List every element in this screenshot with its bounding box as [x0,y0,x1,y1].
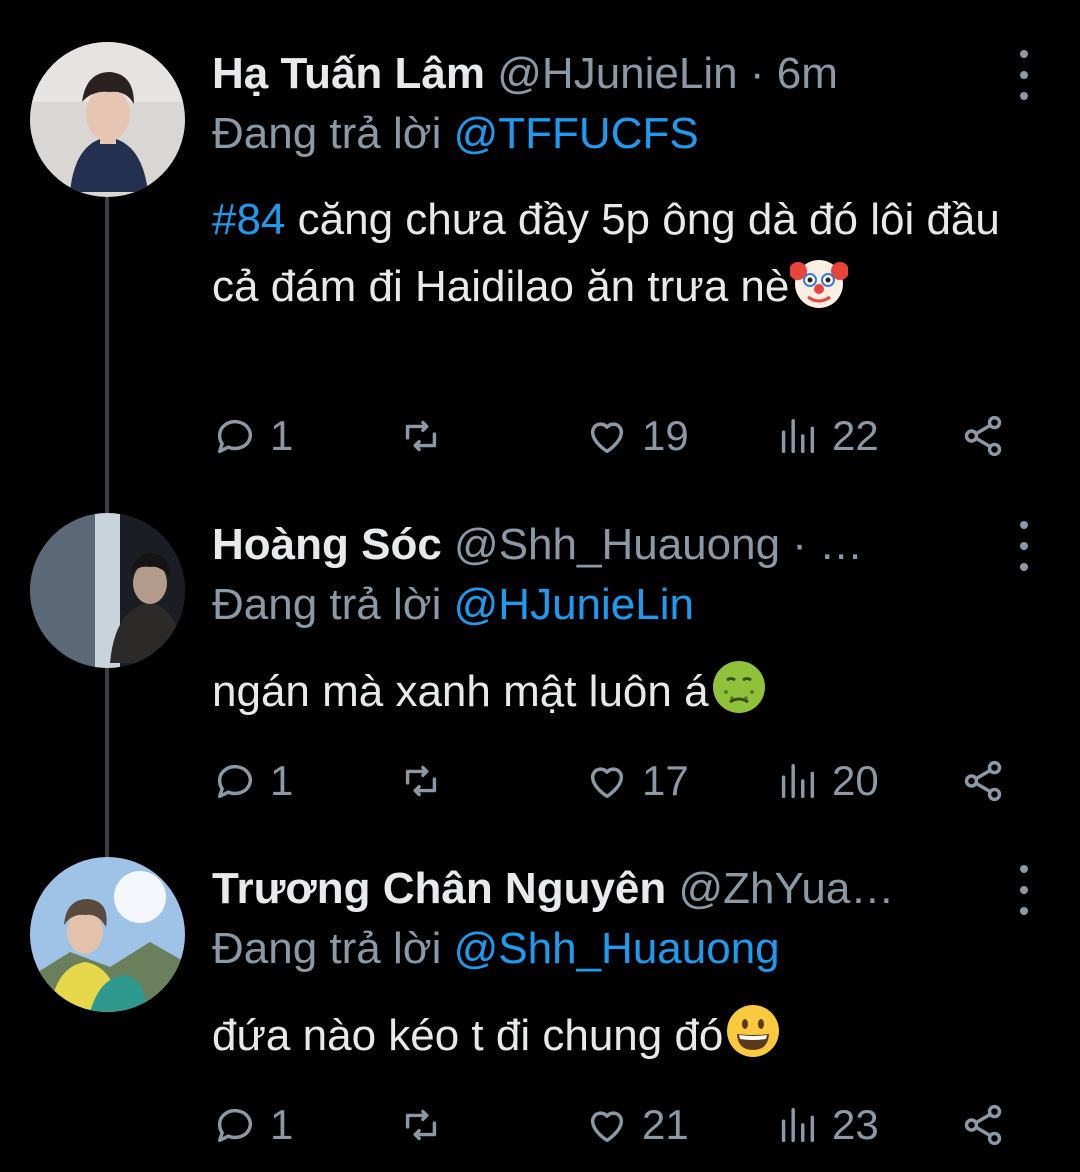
tweet[interactable]: Trương Chân Nguyên @ZhYua… Đang trả lời … [0,857,1080,1167]
like-button[interactable]: 19 [584,406,689,466]
tweet-body: đứa nào kéo t đi chung đó [212,1011,724,1060]
like-button[interactable]: 17 [584,751,689,811]
tweet-text: ngán mà xanh mật luôn á [212,658,1042,725]
reply-icon [217,764,253,799]
reply-count: 1 [270,1101,294,1148]
replying-to: Đang trả lời @Shh_Huauong [212,919,780,979]
tweet-header: Trương Chân Nguyên @ZhYua… [212,857,1010,921]
replying-to-handle[interactable]: @HJunieLin [454,580,694,629]
tweet-header: Hạ Tuấn Lâm @HJunieLin · 6m [212,42,1010,106]
replying-to-label: Đang trả lời [212,924,454,973]
avatar[interactable] [30,513,185,668]
tweet-text: #84 căng chưa đầy 5p ông dà đó lôi đầu c… [212,187,1042,320]
tweet-actions: 1 17 20 [212,751,1012,811]
replying-to-label: Đang trả lời [212,109,454,158]
retweet-button[interactable] [398,406,456,466]
share-button[interactable] [960,1095,1006,1155]
nauseated-face-emoji [710,658,768,716]
avatar[interactable] [30,42,185,197]
reply-button[interactable]: 1 [212,406,293,466]
more-options-icon[interactable] [1014,521,1034,571]
user-handle[interactable]: @Shh_Huauong [454,520,780,569]
more-options-icon[interactable] [1014,50,1034,100]
avatar[interactable] [30,857,185,1012]
reply-icon [217,419,253,454]
tweet-actions: 1 19 22 [212,406,1012,466]
display-name[interactable]: Hạ Tuấn Lâm [212,49,485,98]
share-icon [964,760,1002,802]
views-icon [781,763,815,799]
reply-count: 1 [270,757,294,804]
share-icon [964,1104,1002,1146]
retweet-icon [405,765,437,797]
views-button[interactable]: 20 [774,751,879,811]
more-options-icon[interactable] [1014,865,1034,915]
replying-to-label: Đang trả lời [212,580,454,629]
reply-button[interactable]: 1 [212,1095,293,1155]
heart-icon [590,1111,624,1143]
tweet-body: ngán mà xanh mật luôn á [212,667,709,716]
tweet-text: đứa nào kéo t đi chung đó [212,1002,1042,1069]
view-count: 23 [832,1101,879,1148]
replying-to-handle[interactable]: @TFFUCFS [454,109,699,158]
heart-icon [590,422,624,454]
reply-thread: Hạ Tuấn Lâm @HJunieLin · 6m Đang trả lời… [0,0,1080,1172]
hashtag-link[interactable]: #84 [212,195,285,244]
views-icon [781,418,815,454]
replying-to: Đang trả lời @HJunieLin [212,575,694,635]
like-button[interactable]: 21 [584,1095,689,1155]
reply-button[interactable]: 1 [212,751,293,811]
view-count: 22 [832,412,879,459]
user-handle[interactable]: @HJunieLin [497,49,737,98]
tweet-header: Hoàng Sóc @Shh_Huauong · … [212,513,1010,577]
like-count: 19 [642,412,689,459]
grinning-face-emoji [724,1002,782,1060]
replying-to: Đang trả lời @TFFUCFS [212,104,699,164]
time-separator: · [737,49,777,98]
reply-icon [217,1108,253,1143]
retweet-icon [405,1109,437,1141]
tweet[interactable]: Hoàng Sóc @Shh_Huauong · … Đang trả lời … [0,513,1080,833]
clown-face-emoji [790,253,849,311]
timestamp[interactable]: 6m [777,49,838,98]
tweet[interactable]: Hạ Tuấn Lâm @HJunieLin · 6m Đang trả lời… [0,42,1080,482]
tweet-body: căng chưa đầy 5p ông dà đó lôi đầu cả đá… [212,195,1000,311]
time-separator: · … [780,520,864,569]
retweet-button[interactable] [398,1095,456,1155]
replying-to-handle[interactable]: @Shh_Huauong [454,924,780,973]
share-button[interactable] [960,751,1006,811]
retweet-icon [405,420,437,452]
display-name[interactable]: Trương Chân Nguyên [212,864,666,913]
share-icon [964,415,1002,457]
tweet-actions: 1 21 23 [212,1095,1012,1155]
user-handle[interactable]: @ZhYua… [679,864,895,913]
display-name[interactable]: Hoàng Sóc [212,520,442,569]
views-icon [781,1107,815,1143]
heart-icon [590,767,624,799]
like-count: 21 [642,1101,689,1148]
share-button[interactable] [960,406,1006,466]
retweet-button[interactable] [398,751,456,811]
views-button[interactable]: 22 [774,406,879,466]
like-count: 17 [642,757,689,804]
reply-count: 1 [270,412,294,459]
view-count: 20 [832,757,879,804]
views-button[interactable]: 23 [774,1095,879,1155]
